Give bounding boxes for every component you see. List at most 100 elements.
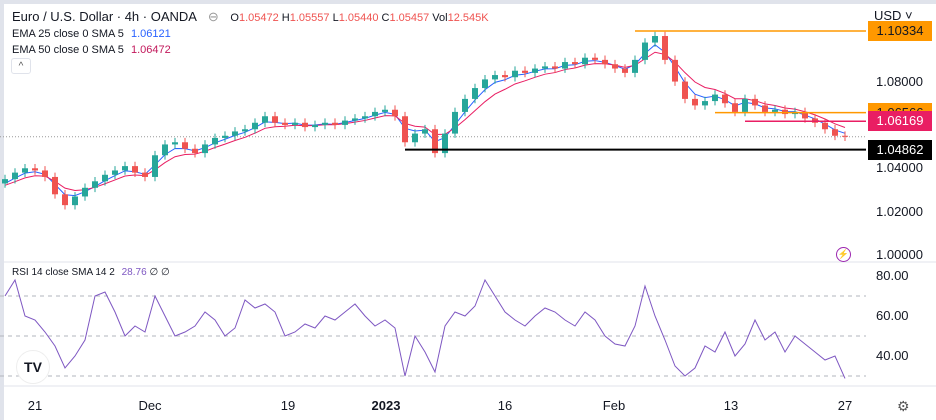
candle-body: [122, 166, 128, 171]
candle-body: [352, 118, 358, 121]
candle-body: [2, 179, 8, 184]
candle-body: [482, 79, 488, 89]
price-tick: 1.08000: [876, 73, 923, 89]
time-tick: 27: [837, 398, 853, 413]
candle-body: [212, 137, 218, 145]
ema25-legend[interactable]: EMA 25 close 0 SMA 5 1.06121: [12, 28, 171, 40]
candle-body: [672, 59, 678, 82]
candle-body: [532, 68, 538, 73]
volume-value: 12.545K: [447, 12, 489, 24]
open-value: 1.05472: [238, 12, 279, 24]
candle-body: [562, 62, 568, 69]
candle-body: [832, 129, 838, 136]
candle-body: [602, 59, 608, 65]
rsi-tick: 80.00: [876, 268, 909, 283]
rsi-legend[interactable]: RSI 14 close SMA 14 2 28.76 ∅ ∅: [12, 267, 170, 278]
candle-body: [502, 75, 508, 78]
vol-label: Vol: [432, 12, 448, 24]
candle-body: [412, 133, 418, 143]
price-tick: 1.00000: [876, 247, 923, 262]
candle-body: [612, 64, 618, 69]
candle-body: [112, 170, 118, 175]
h-label: H: [281, 12, 290, 24]
symbol-legend: Euro / U.S. Dollar · 4h · OANDA ⊖ O1.054…: [12, 9, 489, 25]
candle-body: [132, 166, 138, 173]
candle-body: [12, 172, 18, 180]
rsi-na-2: ∅: [160, 267, 170, 278]
time-tick: 16: [497, 398, 513, 413]
candle-body: [632, 59, 638, 73]
candle-body: [762, 105, 768, 112]
candle-body: [342, 120, 348, 125]
settings-gear-icon[interactable]: ⚙: [897, 398, 910, 415]
rsi-tick: 40.00: [876, 348, 909, 363]
candle-body: [62, 194, 68, 206]
candle-body: [392, 109, 398, 117]
candle-body: [452, 111, 458, 134]
candle-body: [152, 155, 158, 177]
more-icon[interactable]: ⊖: [208, 9, 219, 24]
low-value: 1.05440: [338, 12, 379, 24]
candle-body: [232, 131, 238, 136]
candle-body: [582, 57, 588, 65]
candle-body: [72, 196, 78, 206]
ema50-legend[interactable]: EMA 50 close 0 SMA 5 1.06472: [12, 44, 171, 56]
rsi-na-1: ∅: [149, 267, 159, 278]
ema50-label: EMA 50 close 0 SMA 5: [12, 44, 124, 56]
candle-body: [82, 187, 88, 197]
candle-body: [282, 122, 288, 125]
candle-body: [382, 109, 388, 112]
lightning-icon[interactable]: ⚡: [836, 247, 851, 262]
candle-body: [182, 142, 188, 149]
candle-body: [332, 122, 338, 125]
candle-body: [302, 122, 308, 128]
time-tick: 19: [280, 398, 296, 413]
price-tick: 1.02000: [876, 203, 923, 219]
chart-window: Euro / U.S. Dollar · 4h · OANDA ⊖ O1.054…: [0, 0, 936, 420]
candle-body: [242, 129, 248, 132]
rsi-tick: 60.00: [876, 308, 909, 323]
candle-body: [642, 42, 648, 60]
candle-body: [222, 135, 228, 138]
candle-body: [402, 116, 408, 143]
candle-body: [492, 75, 498, 80]
collapse-legend-button[interactable]: ^: [11, 58, 31, 74]
candle-body: [252, 122, 258, 130]
tradingview-logo[interactable]: TV: [16, 350, 50, 384]
candle-body: [822, 122, 828, 130]
chart-canvas[interactable]: [0, 0, 936, 420]
candle-body: [32, 168, 38, 171]
candle-body: [662, 36, 668, 60]
price-tick: 1.04000: [876, 160, 923, 176]
price-level-label: 1.06169: [868, 111, 932, 132]
candle-body: [622, 68, 628, 73]
ema50-line: [4, 51, 846, 191]
symbol-title[interactable]: Euro / U.S. Dollar · 4h · OANDA: [12, 9, 196, 24]
candle-body: [22, 168, 28, 173]
candle-body: [542, 66, 548, 69]
candle-body: [472, 88, 478, 99]
rsi-value: 28.76: [121, 267, 147, 278]
candle-body: [262, 116, 268, 123]
candle-body: [462, 98, 468, 112]
candle-body: [172, 142, 178, 145]
candle-body: [772, 109, 778, 112]
close-value: 1.05457: [389, 12, 430, 24]
candle-body: [722, 94, 728, 104]
candle-body: [702, 101, 708, 106]
candle-body: [422, 129, 428, 134]
candle-body: [692, 98, 698, 106]
price-level-label: 1.10334: [868, 20, 932, 41]
time-tick: 13: [723, 398, 739, 413]
candle-body: [572, 62, 578, 65]
candle-body: [732, 103, 738, 112]
candle-body: [192, 148, 198, 154]
candle-body: [842, 135, 848, 137]
ema50-value: 1.06472: [130, 44, 171, 56]
candle-body: [372, 111, 378, 117]
candle-body: [312, 124, 318, 128]
time-tick: Feb: [602, 398, 626, 413]
ema25-line: [4, 44, 846, 197]
candle-body: [552, 66, 558, 69]
candle-body: [592, 57, 598, 60]
